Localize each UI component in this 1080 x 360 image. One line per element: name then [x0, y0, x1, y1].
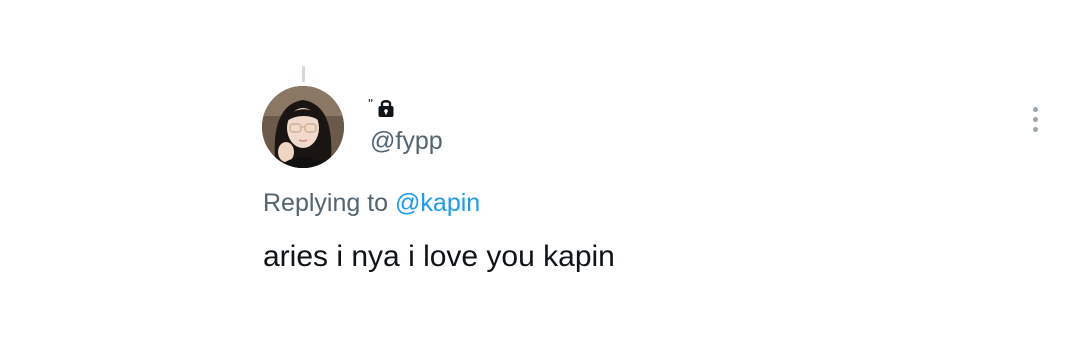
- name-row: ˮ: [368, 96, 395, 120]
- replying-to-mention-link[interactable]: @kapin: [395, 189, 480, 217]
- display-name[interactable]: ˮ: [368, 99, 373, 109]
- replying-to-prefix: Replying to: [263, 189, 389, 217]
- replying-to-line: Replying to @kapin: [263, 187, 480, 219]
- avatar[interactable]: [262, 86, 344, 168]
- lock-icon: [377, 97, 395, 119]
- user-avatar-icon: [262, 86, 344, 168]
- more-vertical-icon-dot: [1032, 126, 1038, 132]
- more-vertical-icon-dot: [1032, 116, 1038, 122]
- more-vertical-icon: [1032, 106, 1038, 112]
- thread-connector-line: [302, 66, 305, 82]
- more-options-button[interactable]: [1020, 102, 1050, 136]
- tweet-card[interactable]: ˮ @fypp Replying to @kapin aries i nya i…: [0, 0, 1080, 360]
- user-handle[interactable]: @fypp: [370, 126, 443, 156]
- tweet-text: aries i nya i love you kapin: [263, 240, 615, 273]
